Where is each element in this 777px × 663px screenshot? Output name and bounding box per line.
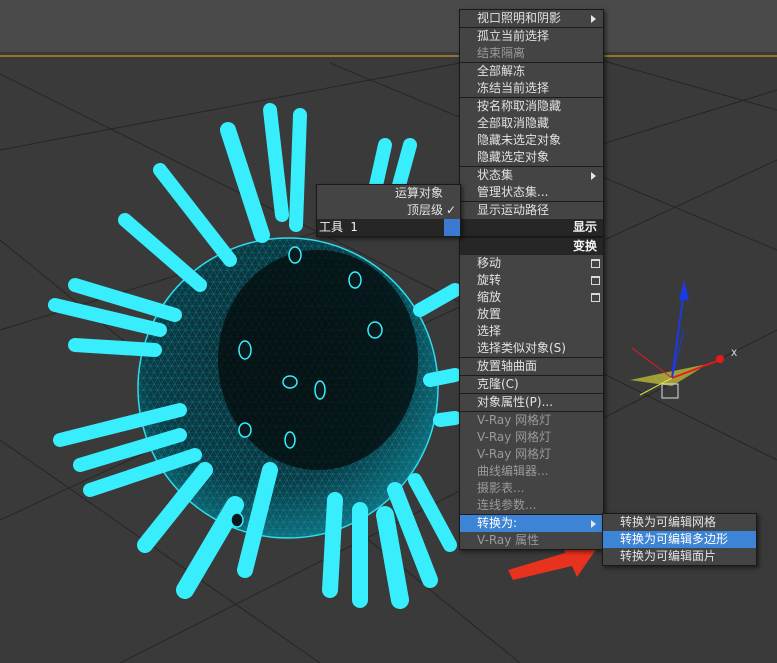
display-menu-item[interactable]: 管理状态集... [460,184,603,201]
menu-item-label: 摄影表... [477,481,525,495]
transform-menu-item[interactable]: V-Ray 属性 [460,532,603,549]
menu-item-label: 选择 [477,324,502,338]
transform-menu-item[interactable]: 选择 [460,323,603,340]
transform-menu-item[interactable]: 旋转 [460,272,603,289]
menu-item-label: 选择类似对象(S) [477,341,566,355]
checkmark-icon: ✓ [445,203,456,217]
menu-item-label: 管理状态集... [477,185,549,199]
display-menu-item[interactable]: 视口照明和阴影 [460,10,603,27]
tools-menu-item[interactable]: 顶层级 ✓ [317,202,460,219]
display-menu-item[interactable]: 按名称取消隐藏 [460,98,603,115]
transform-menu-item[interactable]: 移动 [460,255,603,272]
transform-menu-item[interactable]: V-Ray 网格灯 [460,412,603,429]
convert-to-submenu: 转换为可编辑网格 转换为可编辑多边形 转换为可编辑面片 [602,513,757,566]
settings-box-icon[interactable] [591,293,600,302]
transform-menu-item[interactable]: 放置 [460,306,603,323]
menu-item-label: 转换为可编辑多边形 [620,532,729,546]
menu-item-label: 转换为可编辑面片 [620,549,717,563]
settings-box-icon[interactable] [591,259,600,268]
convert-option-item[interactable]: 转换为可编辑多边形 [603,531,756,548]
menu-item-label: 克隆(C) [477,377,519,391]
menu-item-label: 隐藏未选定对象 [477,133,562,147]
display-menu-item[interactable]: 孤立当前选择 [460,28,603,45]
menu-item-label: 曲线编辑器... [477,464,549,478]
transform-menu-item[interactable]: 选择类似对象(S) [460,340,603,357]
transform-menu-item[interactable]: 摄影表... [460,480,603,497]
transform-menu-item[interactable]: V-Ray 网格灯 [460,446,603,463]
menu-item-label: 状态集 [477,168,514,182]
menu-item-label: 转换为可编辑网格 [620,515,717,529]
menu-item-label: 视口照明和阴影 [477,11,562,25]
menu-item-label: 旋转 [477,273,502,287]
menu-item-label: 全部解冻 [477,64,526,78]
submenu-arrow-icon [591,15,596,23]
display-menu-item[interactable]: 状态集 [460,167,603,184]
menu-item-label: 运算对象 [394,186,443,200]
menu-item-label: 顶层级 [406,203,443,217]
display-menu-item[interactable]: 冻结当前选择 [460,80,603,97]
menu-item-label: 隐藏选定对象 [477,150,550,164]
menu-item-label: 孤立当前选择 [477,29,550,43]
quad-menu-display: 视口照明和阴影 孤立当前选择 结束隔离全部解冻冻结当前选择 按名称取消隐藏 全部取消隐藏… [459,9,604,237]
menu-item-label: 缩放 [477,290,502,304]
quad-header-tools[interactable]: 工具 1 [317,219,460,236]
menu-item-label: 显示运动路径 [477,203,550,217]
menu-item-label: 连线参数... [477,498,537,512]
menu-item-label: 放置 [477,307,502,321]
menu-item-label: 移动 [477,256,502,270]
menu-item-label: V-Ray 网格灯 [477,413,552,427]
transform-menu-item[interactable]: 曲线编辑器... [460,463,603,480]
transform-menu-item[interactable]: 转换为: [460,515,603,532]
submenu-arrow-icon [591,520,596,528]
transform-menu-item[interactable]: 对象属性(P)... [460,394,603,411]
transform-menu-item[interactable]: 克隆(C) [460,376,603,393]
display-menu-item[interactable]: 隐藏未选定对象 [460,132,603,149]
menu-item-label: 转换为: [477,516,518,530]
tools-menu-item[interactable]: 运算对象 [317,185,460,202]
display-menu-item[interactable]: 隐藏选定对象 [460,149,603,166]
transform-menu-item[interactable]: V-Ray 网格灯 [460,429,603,446]
settings-box-icon[interactable] [591,276,600,285]
menu-item-label: 全部取消隐藏 [477,116,550,130]
display-menu-item[interactable]: 全部取消隐藏 [460,115,603,132]
menu-item-label: V-Ray 属性 [477,533,540,547]
convert-option-item[interactable]: 转换为可编辑网格 [603,514,756,531]
transform-menu-item[interactable]: 放置轴曲面 [460,358,603,375]
menu-item-label: 放置轴曲面 [477,359,538,373]
display-menu-item[interactable]: 结束隔离 [460,45,603,62]
transform-menu-item[interactable]: 缩放 [460,289,603,306]
gizmo-x-label: X [731,349,737,359]
menu-item-label: V-Ray 网格灯 [477,430,552,444]
transform-menu-item[interactable]: 连线参数... [460,497,603,514]
display-menu-item[interactable]: 显示运动路径 [460,202,603,219]
menu-item-label: 按名称取消隐藏 [477,99,562,113]
convert-option-item[interactable]: 转换为可编辑面片 [603,548,756,565]
menu-item-label: 对象属性(P)... [477,395,554,409]
menu-item-label: V-Ray 网格灯 [477,447,552,461]
menu-item-label: 结束隔离 [477,46,526,60]
quad-header-display[interactable]: 显示 [460,219,603,236]
quad-menu-transform: 变换 移动旋转缩放放置选择选择类似对象(S) 放置轴曲面克隆(C) 对象属性(P).… [459,237,604,550]
display-menu-item[interactable]: 全部解冻 [460,63,603,80]
submenu-arrow-icon [591,172,596,180]
quad-menu-tools: 运算对象顶层级 ✓ 工具 1 [316,184,461,237]
quad-header-transform[interactable]: 变换 [460,238,603,255]
menu-item-label: 冻结当前选择 [477,81,550,95]
